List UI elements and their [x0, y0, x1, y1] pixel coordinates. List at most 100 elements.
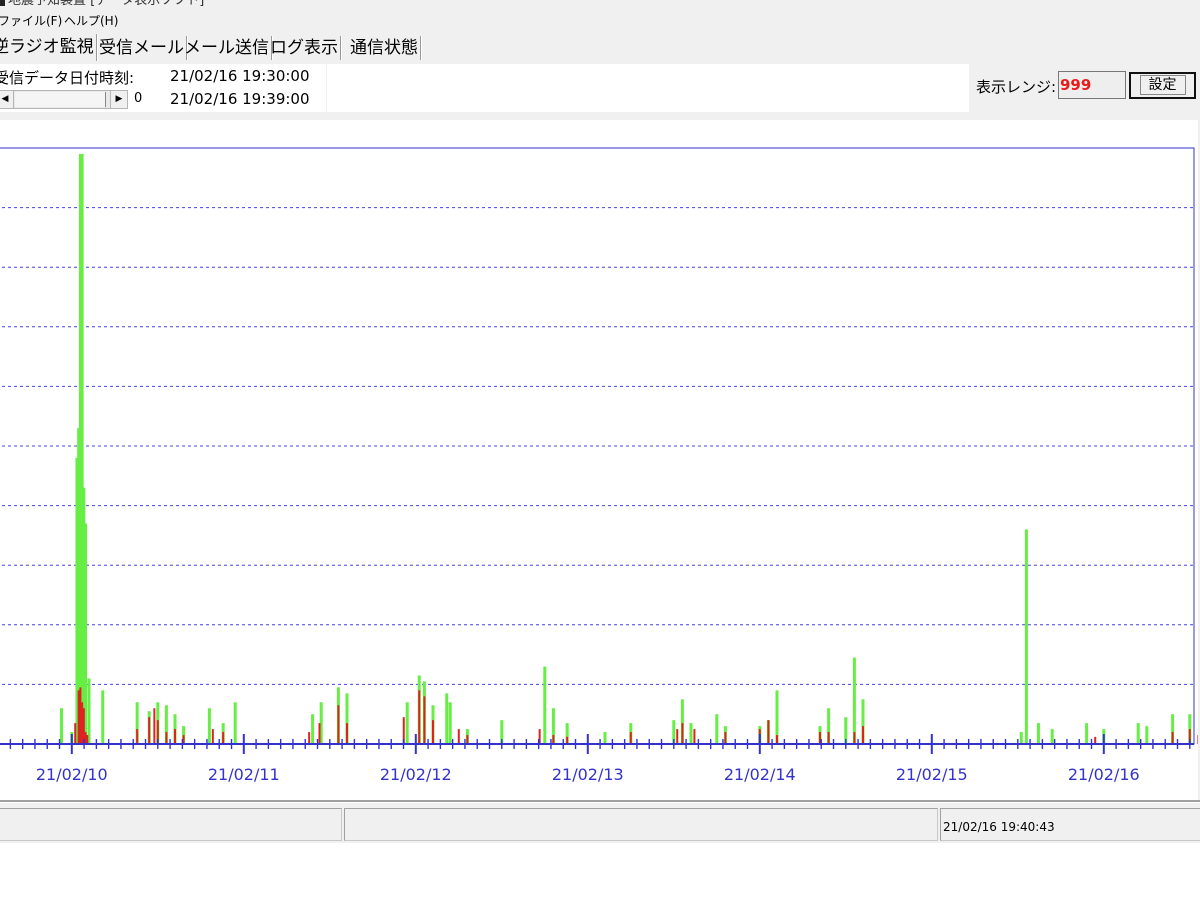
red-bar [337, 705, 340, 744]
x-tick-label: 21/02/13 [552, 765, 624, 784]
scroll-right-arrow-icon[interactable]: ▶ [110, 91, 127, 108]
green-bar [1136, 723, 1140, 744]
x-tick-label: 21/02/15 [896, 765, 968, 784]
red-bar [418, 690, 421, 744]
green-bar [445, 693, 449, 744]
red-bar [853, 732, 856, 744]
red-bar [174, 729, 176, 744]
red-bar [77, 690, 80, 744]
x-tick-label: 21/02/14 [724, 765, 796, 784]
red-bar [432, 720, 434, 744]
status-timestamp: 21/02/16 19:40:43 [943, 820, 1055, 834]
red-bar [318, 723, 321, 744]
tab-received-mail[interactable]: 受信メール [97, 36, 187, 60]
red-bar [82, 708, 85, 744]
red-bar [681, 723, 684, 744]
received-info-panel: 受信データ日付時刻: 21/02/16 19:30:00 21/02/16 19… [0, 64, 969, 112]
red-bar [676, 729, 679, 744]
red-bar [566, 736, 569, 744]
red-bar [84, 732, 87, 744]
red-bar [153, 708, 156, 744]
green-bar [689, 723, 693, 744]
monitor-chart: 21/02/10 21/02/11 21/02/12 21/02/13 21/02/14… [0, 120, 1198, 800]
red-bar [776, 735, 778, 744]
x-tick-label: 21/02/10 [36, 765, 108, 784]
red-bar [827, 732, 830, 744]
menu-help[interactable]: ヘルプ(H) [64, 12, 118, 29]
status-bar: 21/02/16 19:40:43 [0, 808, 1200, 843]
red-bar [1197, 735, 1198, 744]
red-bar [629, 732, 632, 744]
green-bar [603, 732, 607, 744]
display-range-label: 表示レンジ: [976, 78, 1057, 96]
green-bar [1019, 732, 1023, 744]
red-bar [148, 717, 151, 744]
received-datetime-label: 受信データ日付時刻: [0, 69, 135, 87]
green-bar [1024, 529, 1028, 744]
tab-connection-status[interactable]: 通信状態 [348, 36, 421, 60]
green-bar [311, 714, 315, 744]
app-icon [0, 0, 5, 6]
green-bar [233, 702, 237, 744]
green-bar [405, 702, 409, 744]
red-bar [1171, 732, 1174, 744]
x-tick-label: 21/02/11 [208, 765, 280, 784]
tab-send-mail[interactable]: メール送信 [182, 36, 272, 60]
green-bar [101, 690, 105, 744]
red-bar [552, 735, 555, 744]
set-button[interactable]: 設定 [1129, 72, 1196, 99]
received-time-secondary: 21/02/16 19:39:00 [170, 90, 310, 108]
scroll-thumb[interactable] [15, 92, 106, 107]
red-bar [308, 732, 311, 744]
red-bar [466, 735, 469, 744]
red-bar [74, 723, 77, 744]
red-bar [1094, 736, 1097, 744]
red-bar [423, 696, 426, 744]
green-bar [87, 678, 91, 744]
green-bar [543, 666, 547, 744]
x-tick-label: 21/02/16 [1068, 765, 1140, 784]
tab-log-view[interactable]: ログ表示 [268, 36, 341, 60]
red-bar [211, 729, 214, 744]
info-blank-area [326, 64, 969, 112]
red-bar [222, 732, 225, 744]
menu-file[interactable]: ファイル(F) [0, 12, 62, 29]
time-scrollbar[interactable]: ◀ ▶ [0, 90, 128, 109]
red-bar [346, 723, 348, 744]
red-bar [457, 729, 460, 744]
green-bar [715, 714, 719, 744]
red-bar [862, 726, 864, 744]
status-separator [0, 800, 1200, 803]
red-bar [165, 732, 168, 744]
green-bar [207, 708, 211, 744]
red-bar [693, 729, 696, 744]
status-pane-2 [344, 808, 938, 841]
red-bar [79, 687, 82, 744]
title-bar: 地震予知装置 [データ表示ソフト] [0, 0, 210, 8]
red-bar [86, 735, 89, 744]
red-bar [136, 729, 139, 744]
green-bar [59, 708, 63, 744]
scroll-left-arrow-icon[interactable]: ◀ [0, 91, 14, 108]
window-title: 地震予知装置 [データ表示ソフト] [8, 0, 205, 8]
green-bar [448, 702, 452, 744]
x-tick-label: 21/02/12 [380, 765, 452, 784]
app-window: 地震予知装置 [データ表示ソフト] ファイル(F) ヘルプ(H) 逆ラジオ監視 … [0, 0, 1200, 843]
red-bar [767, 720, 770, 744]
red-bar [81, 702, 84, 744]
green-bar [1050, 729, 1054, 744]
set-button-label: 設定 [1139, 75, 1186, 95]
green-bar [1085, 723, 1089, 744]
tab-strip: 逆ラジオ監視 受信メール メール送信 ログ表示 通信状態 [0, 34, 1200, 62]
chart-svg: 21/02/10 21/02/11 21/02/12 21/02/13 21/02/14… [0, 147, 1198, 784]
scroll-value: 0 [134, 91, 143, 106]
received-time-primary: 21/02/16 19:30:00 [170, 67, 310, 85]
red-bar [724, 732, 727, 744]
display-range-input[interactable]: 999 [1058, 71, 1126, 99]
green-bar [852, 657, 856, 744]
menu-bar: ファイル(F) ヘルプ(H) [0, 10, 1200, 30]
status-pane-1 [0, 808, 342, 841]
green-bar [1036, 723, 1040, 744]
green-bar [1145, 726, 1149, 744]
tab-reverse-radio-monitor[interactable]: 逆ラジオ監視 [0, 34, 97, 61]
